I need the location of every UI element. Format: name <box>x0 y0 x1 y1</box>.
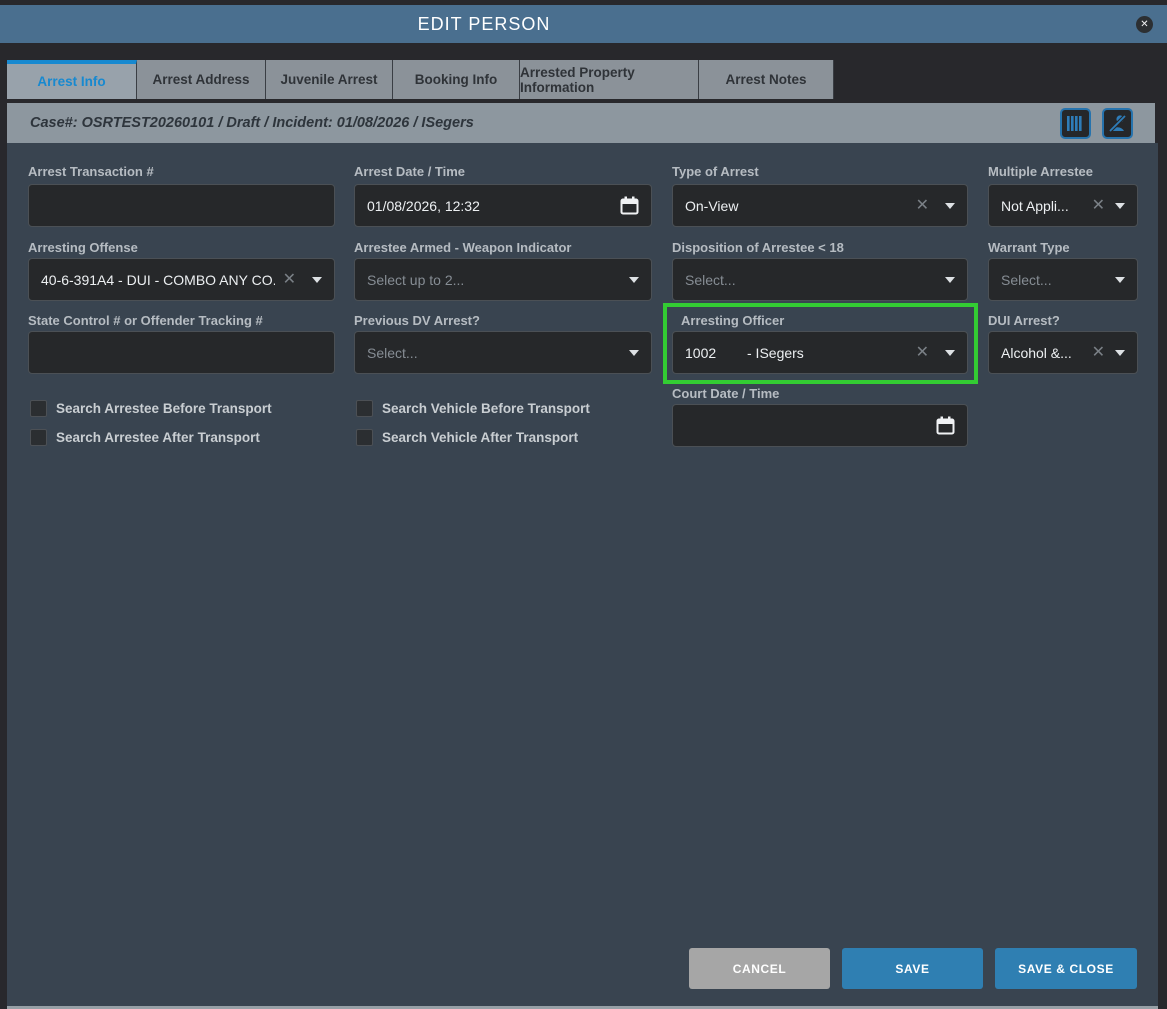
disposition-placeholder: Select... <box>685 271 736 288</box>
disposition-label: Disposition of Arrestee < 18 <box>672 240 844 255</box>
arresting-officer-label: Arresting Officer <box>681 313 785 328</box>
search-arrestee-before-transport-checkbox[interactable] <box>30 400 47 417</box>
tab-arrest-notes[interactable]: Arrest Notes <box>699 60 834 99</box>
tab-arrest-address[interactable]: Arrest Address <box>137 60 266 99</box>
type-of-arrest-value: On-View <box>685 197 739 214</box>
arrestee-armed-label: Arrestee Armed - Weapon Indicator <box>354 240 572 255</box>
dui-arrest-label: DUI Arrest? <box>988 313 1060 328</box>
type-of-arrest-label: Type of Arrest <box>672 164 759 179</box>
arrestee-armed-placeholder: Select up to 2... <box>367 271 465 288</box>
arrest-transaction-label: Arrest Transaction # <box>28 164 154 179</box>
arresting-officer-name: - ISegers <box>747 344 804 361</box>
arrest-datetime-value: 01/08/2026, 12:32 <box>367 197 480 214</box>
search-vehicle-before-transport-checkbox[interactable] <box>356 400 373 417</box>
chevron-down-icon[interactable] <box>945 202 955 209</box>
dui-arrest-value: Alcohol &... <box>1001 344 1072 361</box>
checkbox-label: Search Vehicle After Transport <box>382 430 579 445</box>
arresting-officer-select[interactable]: 1002 - ISegers ✕ <box>672 331 968 374</box>
case-breadcrumb: Case#: OSRTEST20260101 / Draft / Inciden… <box>30 115 474 131</box>
clear-icon[interactable]: ✕ <box>1092 197 1105 214</box>
multiple-arrestee-label: Multiple Arrestee <box>988 164 1093 179</box>
chevron-down-icon[interactable] <box>1115 349 1125 356</box>
tab-juvenile-arrest[interactable]: Juvenile Arrest <box>266 60 393 99</box>
person-slash-icon[interactable] <box>1102 108 1133 139</box>
state-control-label: State Control # or Offender Tracking # <box>28 313 263 328</box>
warrant-type-label: Warrant Type <box>988 240 1070 255</box>
state-control-field[interactable] <box>28 331 335 374</box>
arrest-datetime-label: Arrest Date / Time <box>354 164 466 179</box>
clear-icon[interactable]: ✕ <box>916 197 929 214</box>
search-vehicle-after-transport-checkbox[interactable] <box>356 429 373 446</box>
arresting-offense-select[interactable]: 40-6-391A4 - DUI - COMBO ANY CO... ✕ <box>28 258 335 301</box>
close-icon[interactable]: ✕ <box>1136 16 1153 33</box>
previous-dv-placeholder: Select... <box>367 344 418 361</box>
calendar-icon[interactable] <box>936 416 955 435</box>
arresting-offense-label: Arresting Offense <box>28 240 138 255</box>
arresting-officer-code: 1002 <box>685 344 717 361</box>
chevron-down-icon[interactable] <box>629 349 639 356</box>
multiple-arrestee-select[interactable]: Not Appli... ✕ <box>988 184 1138 227</box>
chevron-down-icon[interactable] <box>629 276 639 283</box>
checkbox-label: Search Arrestee After Transport <box>56 430 260 445</box>
chevron-down-icon[interactable] <box>312 276 322 283</box>
disposition-select[interactable]: Select... <box>672 258 968 301</box>
tab-arrest-info[interactable]: Arrest Info <box>7 60 137 99</box>
modal-titlebar: EDIT PERSON ✕ <box>0 5 1167 43</box>
checkbox-label: Search Vehicle Before Transport <box>382 401 590 416</box>
arresting-offense-value: 40-6-391A4 - DUI - COMBO ANY CO... <box>41 271 275 288</box>
barcode-icon[interactable] <box>1060 108 1091 139</box>
arrest-transaction-field[interactable] <box>28 184 335 227</box>
checkbox-label: Search Arrestee Before Transport <box>56 401 272 416</box>
chevron-down-icon[interactable] <box>945 276 955 283</box>
arrest-transaction-input[interactable] <box>41 197 322 214</box>
chevron-down-icon[interactable] <box>1115 202 1125 209</box>
court-datetime-field[interactable] <box>672 404 968 447</box>
arrest-datetime-field[interactable]: 01/08/2026, 12:32 <box>354 184 652 227</box>
arrestee-armed-select[interactable]: Select up to 2... <box>354 258 652 301</box>
clear-icon[interactable]: ✕ <box>1092 344 1105 361</box>
case-info-bar: Case#: OSRTEST20260101 / Draft / Inciden… <box>7 103 1155 143</box>
multiple-arrestee-value: Not Appli... <box>1001 197 1069 214</box>
dui-arrest-select[interactable]: Alcohol &... ✕ <box>988 331 1138 374</box>
chevron-down-icon[interactable] <box>945 349 955 356</box>
clear-icon[interactable]: ✕ <box>283 271 296 288</box>
warrant-type-placeholder: Select... <box>1001 271 1052 288</box>
calendar-icon[interactable] <box>620 196 639 215</box>
tab-arrested-property-information[interactable]: Arrested Property Information <box>520 60 699 99</box>
tab-booking-info[interactable]: Booking Info <box>393 60 520 99</box>
previous-dv-label: Previous DV Arrest? <box>354 313 480 328</box>
previous-dv-select[interactable]: Select... <box>354 331 652 374</box>
chevron-down-icon[interactable] <box>1115 276 1125 283</box>
type-of-arrest-select[interactable]: On-View ✕ <box>672 184 968 227</box>
cancel-button[interactable]: CANCEL <box>689 948 830 989</box>
clear-icon[interactable]: ✕ <box>916 344 929 361</box>
search-arrestee-after-transport-checkbox[interactable] <box>30 429 47 446</box>
save-button[interactable]: SAVE <box>842 948 983 989</box>
court-datetime-label: Court Date / Time <box>672 386 780 401</box>
save-and-close-button[interactable]: SAVE & CLOSE <box>995 948 1137 989</box>
modal-title: EDIT PERSON <box>417 13 551 34</box>
state-control-input[interactable] <box>41 344 322 361</box>
arrest-info-panel: Arrest Transaction # Arrest Date / Time … <box>7 143 1158 1006</box>
tab-bar: Arrest Info Arrest Address Juvenile Arre… <box>7 60 834 99</box>
warrant-type-select[interactable]: Select... <box>988 258 1138 301</box>
